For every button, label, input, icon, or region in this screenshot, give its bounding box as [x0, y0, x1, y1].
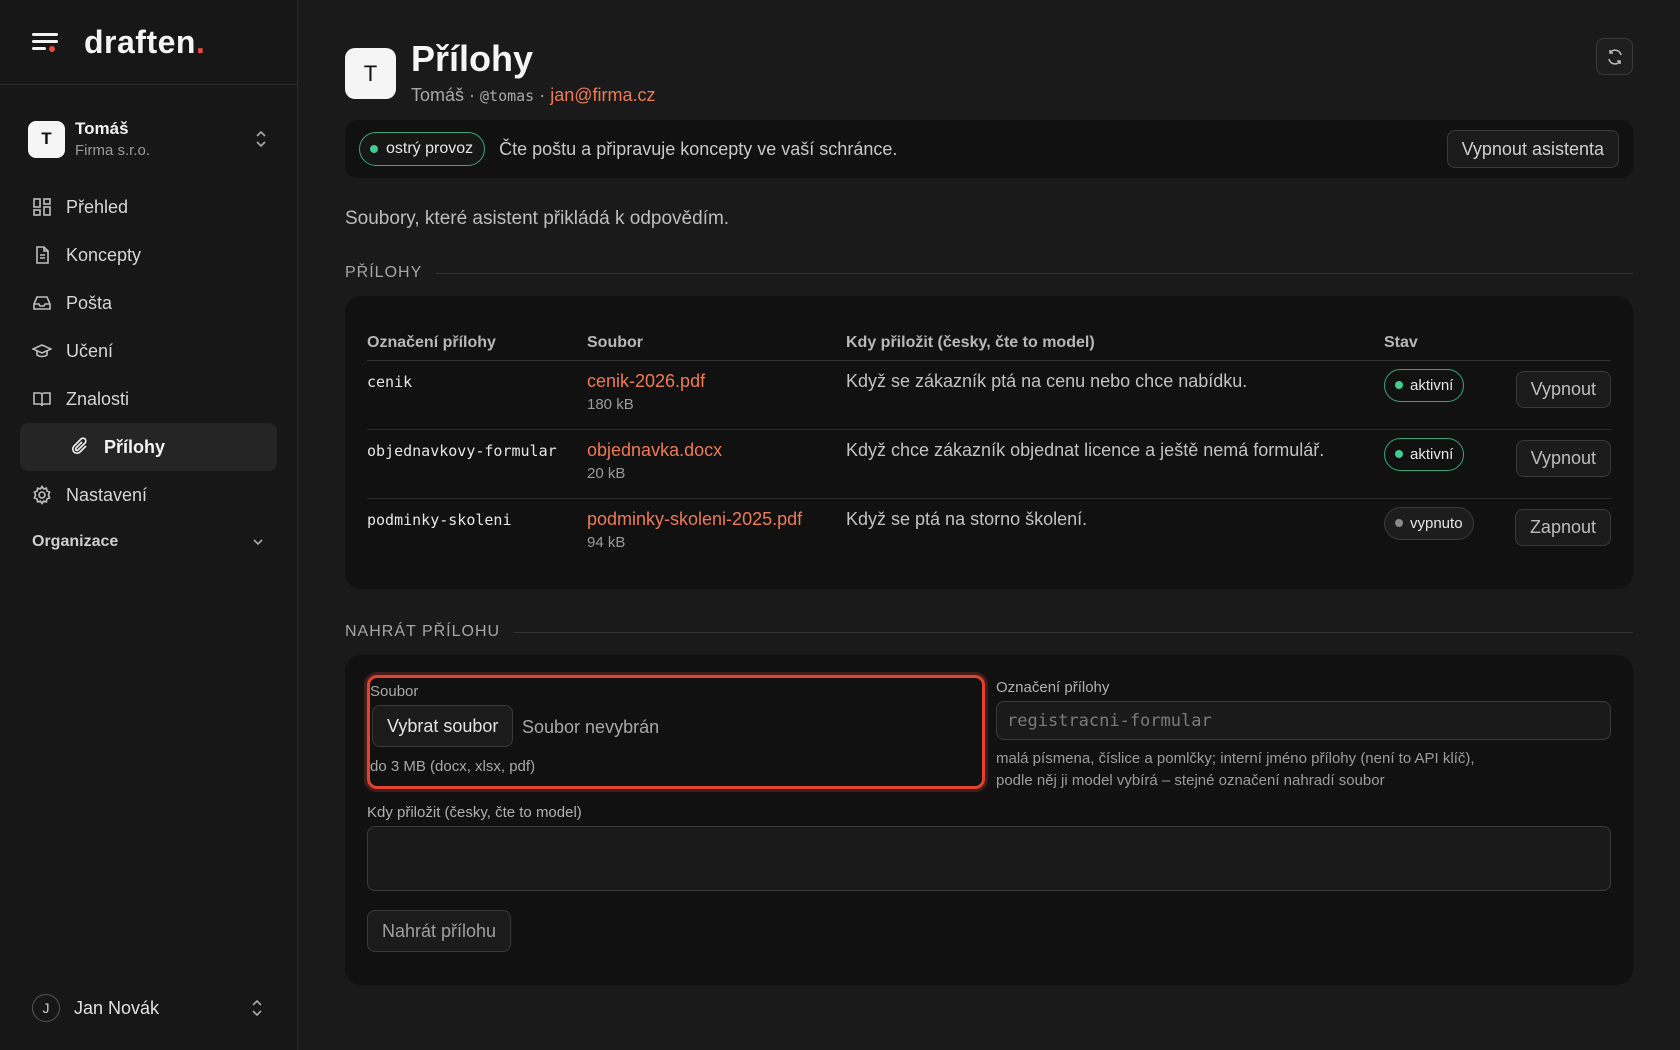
attachments-card: Označení přílohy Soubor Kdy přiložit (če…	[345, 296, 1633, 589]
no-file-text: Soubor nevybrán	[522, 717, 660, 737]
header-handle: @tomas	[480, 87, 535, 105]
file-link[interactable]: cenik-2026.pdf	[587, 371, 846, 392]
file-size: 94 kB	[587, 533, 626, 551]
attach-when: Když chce zákazník objednat licence a je…	[846, 429, 1384, 499]
column-header: Označení přílohy	[367, 318, 587, 361]
choose-file-button[interactable]: Vybrat soubor	[372, 705, 514, 747]
attachment-ident: objednavkovy-formular	[367, 429, 587, 499]
organizace-toggle[interactable]: Organizace	[32, 533, 265, 551]
chevron-updown-icon	[252, 999, 262, 1017]
page-header: T Přílohy Tomáš · @tomas · jan@firma.cz	[345, 0, 1633, 120]
account-avatar: T	[28, 120, 65, 158]
ident-input[interactable]	[996, 701, 1611, 740]
status-badge: ostrý provoz	[359, 132, 486, 166]
sidebar-item-label: Přehled	[66, 196, 129, 217]
status-badge: aktivní	[1384, 368, 1465, 402]
user-avatar: J	[32, 994, 60, 1022]
header-subline: Tomáš · @tomas · jan@firma.cz	[411, 85, 656, 105]
toggle-attachment-button[interactable]: Vypnout	[1515, 439, 1611, 477]
status-badge: aktivní	[1384, 437, 1465, 471]
document-icon	[36, 246, 49, 264]
sidebar-item-label: Učení	[66, 340, 114, 361]
page-title: Přílohy	[411, 38, 534, 79]
attach-when: Když se zákazník ptá na cenu nebo chce n…	[846, 360, 1384, 430]
organizace-label: Organizace	[32, 533, 119, 550]
sidebar-item-label: Znalosti	[66, 388, 130, 409]
column-header: Soubor	[587, 318, 846, 361]
gear-icon	[33, 485, 51, 505]
disable-assistant-button[interactable]: Vypnout asistenta	[1446, 130, 1619, 168]
page-description: Soubory, které asistent přikládá k odpov…	[345, 208, 730, 229]
paperclip-icon	[71, 437, 87, 455]
file-link[interactable]: objednavka.docx	[587, 440, 846, 461]
main-content: T Přílohy Tomáš · @tomas · jan@firma.cz …	[345, 0, 1633, 985]
toggle-attachment-button[interactable]: Vypnout	[1515, 370, 1611, 408]
file-picker[interactable]: Soubor Vybrat soubor Soubor nevybrán do …	[367, 675, 985, 789]
inbox-icon	[33, 296, 51, 310]
sidebar-item-uceni[interactable]: Učení	[20, 327, 277, 375]
table-row: objednavkovy-formular objednavka.docx 20 …	[367, 429, 1611, 499]
file-label: Soubor	[370, 683, 419, 700]
sidebar-nav: Přehled Koncepty Pošta Učení Znalosti Př…	[0, 183, 297, 519]
chevron-down-icon	[253, 539, 263, 546]
refresh-icon	[1607, 48, 1622, 65]
account-name: Tomáš	[75, 119, 129, 138]
when-field-group: Kdy přiložit (česky, čte to model)	[367, 804, 1611, 896]
attachments-table: Označení přílohy Soubor Kdy přiložit (če…	[367, 318, 1611, 567]
refresh-button[interactable]	[1596, 38, 1633, 75]
status-badge: vypnuto	[1384, 506, 1474, 540]
upload-card: Soubor Vybrat soubor Soubor nevybrán do …	[345, 655, 1633, 985]
sidebar-item-posta[interactable]: Pošta	[20, 279, 277, 327]
user-menu[interactable]: J Jan Novák	[32, 994, 265, 1022]
column-header: Kdy přiložit (česky, čte to model)	[846, 318, 1384, 361]
brand-row: draften.	[0, 0, 297, 85]
toggle-attachment-button[interactable]: Zapnout	[1514, 508, 1611, 546]
sidebar-item-prilohy[interactable]: Přílohy	[20, 423, 277, 471]
grid-icon	[33, 198, 51, 216]
attachment-ident: cenik	[367, 360, 587, 430]
sidebar-item-znalosti[interactable]: Znalosti	[20, 375, 277, 423]
when-label: Kdy přiložit (česky, čte to model)	[367, 804, 582, 821]
when-textarea[interactable]	[367, 826, 1611, 891]
status-text: Čte poštu a připravuje koncepty ve vaší …	[499, 138, 898, 159]
sidebar-item-nastaveni[interactable]: Nastavení	[20, 471, 277, 519]
assistant-status-bar: ostrý provoz Čte poštu a připravuje konc…	[345, 120, 1633, 178]
sidebar-item-label: Koncepty	[66, 244, 142, 265]
sidebar-item-prehled[interactable]: Přehled	[20, 183, 277, 231]
ident-field-group: Označení přílohy malá písmena, číslice a…	[996, 679, 1611, 792]
file-size: 180 kB	[587, 395, 634, 413]
file-link[interactable]: podminky-skoleni-2025.pdf	[587, 509, 846, 530]
graduation-cap-icon	[32, 344, 52, 358]
attachment-ident: podminky-skoleni	[367, 510, 512, 529]
ident-help: malá písmena, číslice a pomlčky; interní…	[996, 750, 1475, 789]
user-name: Jan Novák	[74, 997, 160, 1018]
account-org: Firma s.r.o.	[75, 142, 151, 159]
sidebar-item-label: Nastavení	[66, 484, 148, 505]
column-header: Stav	[1384, 318, 1507, 361]
attach-when: Když se ptá na storno školení.	[846, 508, 1088, 529]
chevron-updown-icon	[256, 130, 266, 148]
upload-attachment-button[interactable]: Nahrát přílohu	[367, 910, 512, 952]
header-email-link[interactable]: jan@firma.cz	[550, 85, 655, 105]
ident-label: Označení přílohy	[996, 679, 1110, 696]
table-row: podminky-skoleni podminky-skoleni-2025.p…	[367, 498, 1611, 567]
brand-logo[interactable]: draften.	[84, 24, 205, 61]
attachments-section-header: PŘÍLOHY	[345, 264, 1633, 282]
upload-section-header: NAHRÁT PŘÍLOHU	[345, 623, 1633, 641]
header-name: Tomáš	[411, 85, 465, 105]
sidebar-item-label: Přílohy	[104, 436, 166, 457]
file-hint: do 3 MB (docx, xlsx, pdf)	[370, 758, 536, 775]
account-switcher[interactable]: T Tomáš Firma s.r.o.	[28, 115, 269, 163]
table-row: cenik cenik-2026.pdf 180 kB Když se zákaz…	[367, 360, 1611, 430]
sidebar-item-koncepty[interactable]: Koncepty	[20, 231, 277, 279]
file-size: 20 kB	[587, 464, 626, 482]
sidebar: draften. T Tomáš Firma s.r.o. Přehled Ko…	[0, 0, 298, 1050]
book-icon	[33, 392, 51, 407]
menu-icon[interactable]	[32, 30, 60, 54]
sidebar-item-label: Pošta	[66, 292, 113, 313]
assistant-avatar: T	[345, 48, 396, 99]
